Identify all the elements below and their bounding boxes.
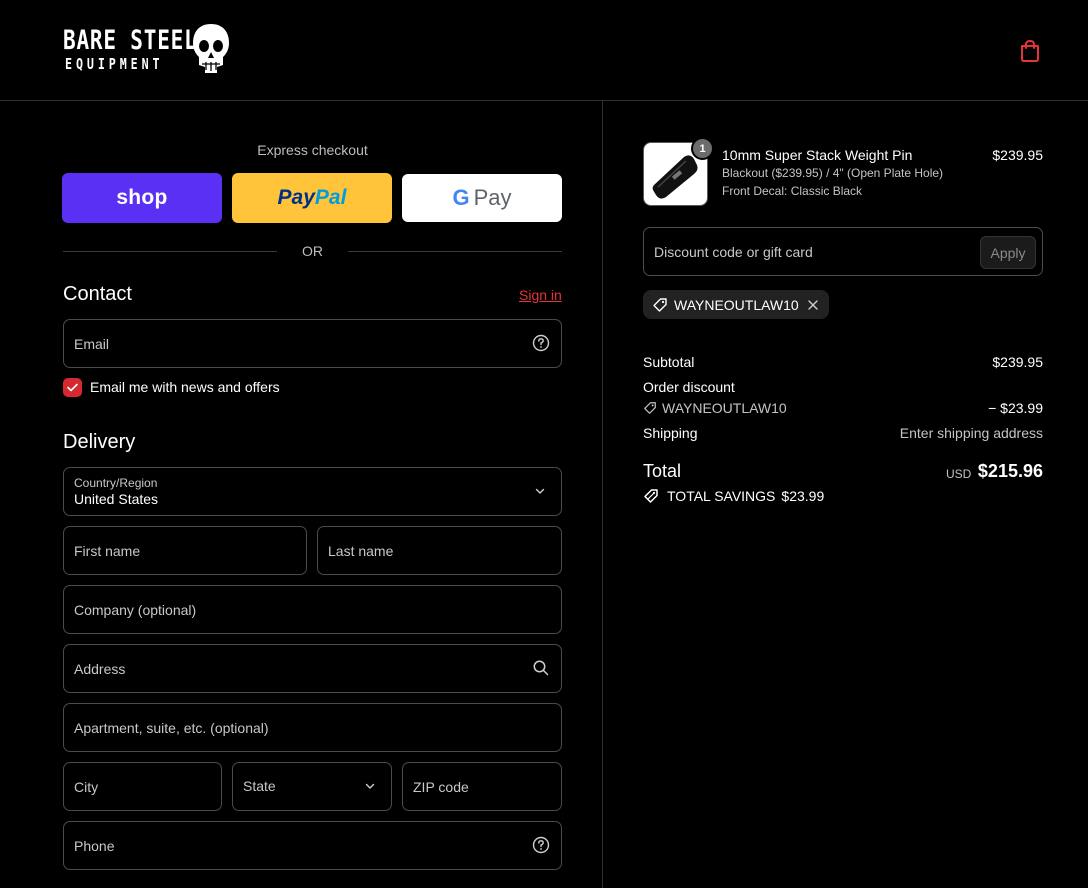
applied-code-text: WAYNEOUTLAW10 xyxy=(674,296,799,313)
sign-in-link[interactable]: Sign in xyxy=(519,287,562,303)
chevron-down-icon xyxy=(365,783,375,789)
tag-icon xyxy=(653,297,667,312)
google-pay-label: Pay xyxy=(473,185,512,210)
close-icon xyxy=(808,299,818,310)
first-name-placeholder: First name xyxy=(74,543,141,559)
newsletter-label: Email me with news and offers xyxy=(90,379,280,395)
applied-discount-chip: WAYNEOUTLAW10 xyxy=(643,290,829,319)
contact-title: Contact xyxy=(63,283,132,305)
phone-placeholder: Phone xyxy=(74,838,115,854)
product-variant: Blackout ($239.95) / 4" (Open Plate Hole… xyxy=(722,166,944,180)
total-label: Total xyxy=(643,461,682,481)
discount-code-text: WAYNEOUTLAW10 xyxy=(662,400,787,416)
brand-logo-line2: EQUIPMENT xyxy=(65,55,164,73)
discount-code-line: WAYNEOUTLAW10 xyxy=(643,400,787,416)
paypal-label-part2: Pal xyxy=(314,186,347,209)
google-pay-button[interactable]: G Pay xyxy=(402,174,562,222)
zip-placeholder: ZIP code xyxy=(413,779,469,795)
company-placeholder: Company (optional) xyxy=(74,602,197,618)
column-divider xyxy=(602,101,603,888)
brand-logo[interactable]: BARE STEEL EQUIPMENT xyxy=(63,22,235,80)
state-select[interactable]: State xyxy=(232,762,392,811)
country-select[interactable]: Country/Region United States xyxy=(63,467,562,516)
phone-field[interactable]: Phone xyxy=(63,821,562,870)
quantity-badge: 1 xyxy=(691,137,714,160)
discount-amount: − $23.99 xyxy=(988,400,1043,416)
country-value: United States xyxy=(74,491,159,507)
zip-field[interactable]: ZIP code xyxy=(402,762,562,811)
tag-icon xyxy=(644,402,656,414)
apartment-placeholder: Apartment, suite, etc. (optional) xyxy=(74,720,269,736)
email-field[interactable]: Email xyxy=(63,319,562,368)
newsletter-checkbox[interactable] xyxy=(63,377,82,397)
savings-amount: $23.99 xyxy=(781,488,825,504)
subtotal-label: Subtotal xyxy=(643,354,695,370)
remove-code-button[interactable] xyxy=(807,299,819,311)
newsletter-checkbox-row[interactable]: Email me with news and offers xyxy=(63,377,280,397)
city-placeholder: City xyxy=(74,779,99,795)
paypal-button[interactable]: Pay Pal xyxy=(232,173,392,223)
delivery-title: Delivery xyxy=(63,431,136,453)
discount-code-field[interactable]: Discount code or gift card Apply xyxy=(643,227,1043,276)
email-placeholder: Email xyxy=(74,336,110,352)
total-value: $215.96 xyxy=(977,461,1043,481)
shipping-label: Shipping xyxy=(643,425,698,441)
city-field[interactable]: City xyxy=(63,762,222,811)
last-name-placeholder: Last name xyxy=(328,543,394,559)
subtotal-value: $239.95 xyxy=(992,354,1043,370)
first-name-field[interactable]: First name xyxy=(63,526,307,575)
address-field[interactable]: Address xyxy=(63,644,562,693)
google-g-icon: G xyxy=(452,185,470,210)
apply-button[interactable]: Apply xyxy=(980,236,1036,269)
order-discount-row: Order discount xyxy=(643,379,1043,395)
search-icon xyxy=(533,660,549,676)
product-name: 10mm Super Stack Weight Pin xyxy=(722,147,913,163)
company-field[interactable]: Company (optional) xyxy=(63,585,562,634)
product-price: $239.95 xyxy=(992,147,1043,163)
brand-logo-line1: BARE STEEL xyxy=(63,25,198,56)
order-discount-label: Order discount xyxy=(643,379,735,395)
header: BARE STEEL EQUIPMENT xyxy=(0,0,1088,101)
shipping-row: Shipping Enter shipping address xyxy=(643,425,1043,441)
product-decal: Front Decal: Classic Black xyxy=(722,184,863,198)
last-name-field[interactable]: Last name xyxy=(317,526,562,575)
tag-icon xyxy=(644,489,658,503)
question-circle-icon[interactable] xyxy=(532,836,550,854)
paypal-label-part1: Pay xyxy=(277,186,315,209)
address-placeholder: Address xyxy=(74,661,126,677)
shipping-value: Enter shipping address xyxy=(899,425,1043,441)
express-checkout-title: Express checkout xyxy=(257,142,368,158)
country-label: Country/Region xyxy=(74,476,158,490)
discount-placeholder: Discount code or gift card xyxy=(654,244,813,260)
skull-icon xyxy=(193,24,229,73)
chevron-down-icon xyxy=(535,488,545,494)
or-line-right xyxy=(348,251,562,252)
apartment-field[interactable]: Apartment, suite, etc. (optional) xyxy=(63,703,562,752)
check-icon xyxy=(67,383,78,391)
shop-pay-button[interactable]: shop xyxy=(62,173,222,223)
savings-label: TOTAL SAVINGS xyxy=(667,488,776,504)
question-circle-icon[interactable] xyxy=(532,334,550,352)
subtotal-row: Subtotal $239.95 xyxy=(643,354,1043,370)
shopping-bag-icon[interactable] xyxy=(1019,39,1041,63)
total-savings: TOTAL SAVINGS $23.99 xyxy=(643,488,824,504)
or-divider: OR xyxy=(63,243,562,259)
total-currency: USD xyxy=(946,467,972,481)
shop-pay-label: shop xyxy=(116,186,168,209)
state-placeholder: State xyxy=(243,778,276,794)
